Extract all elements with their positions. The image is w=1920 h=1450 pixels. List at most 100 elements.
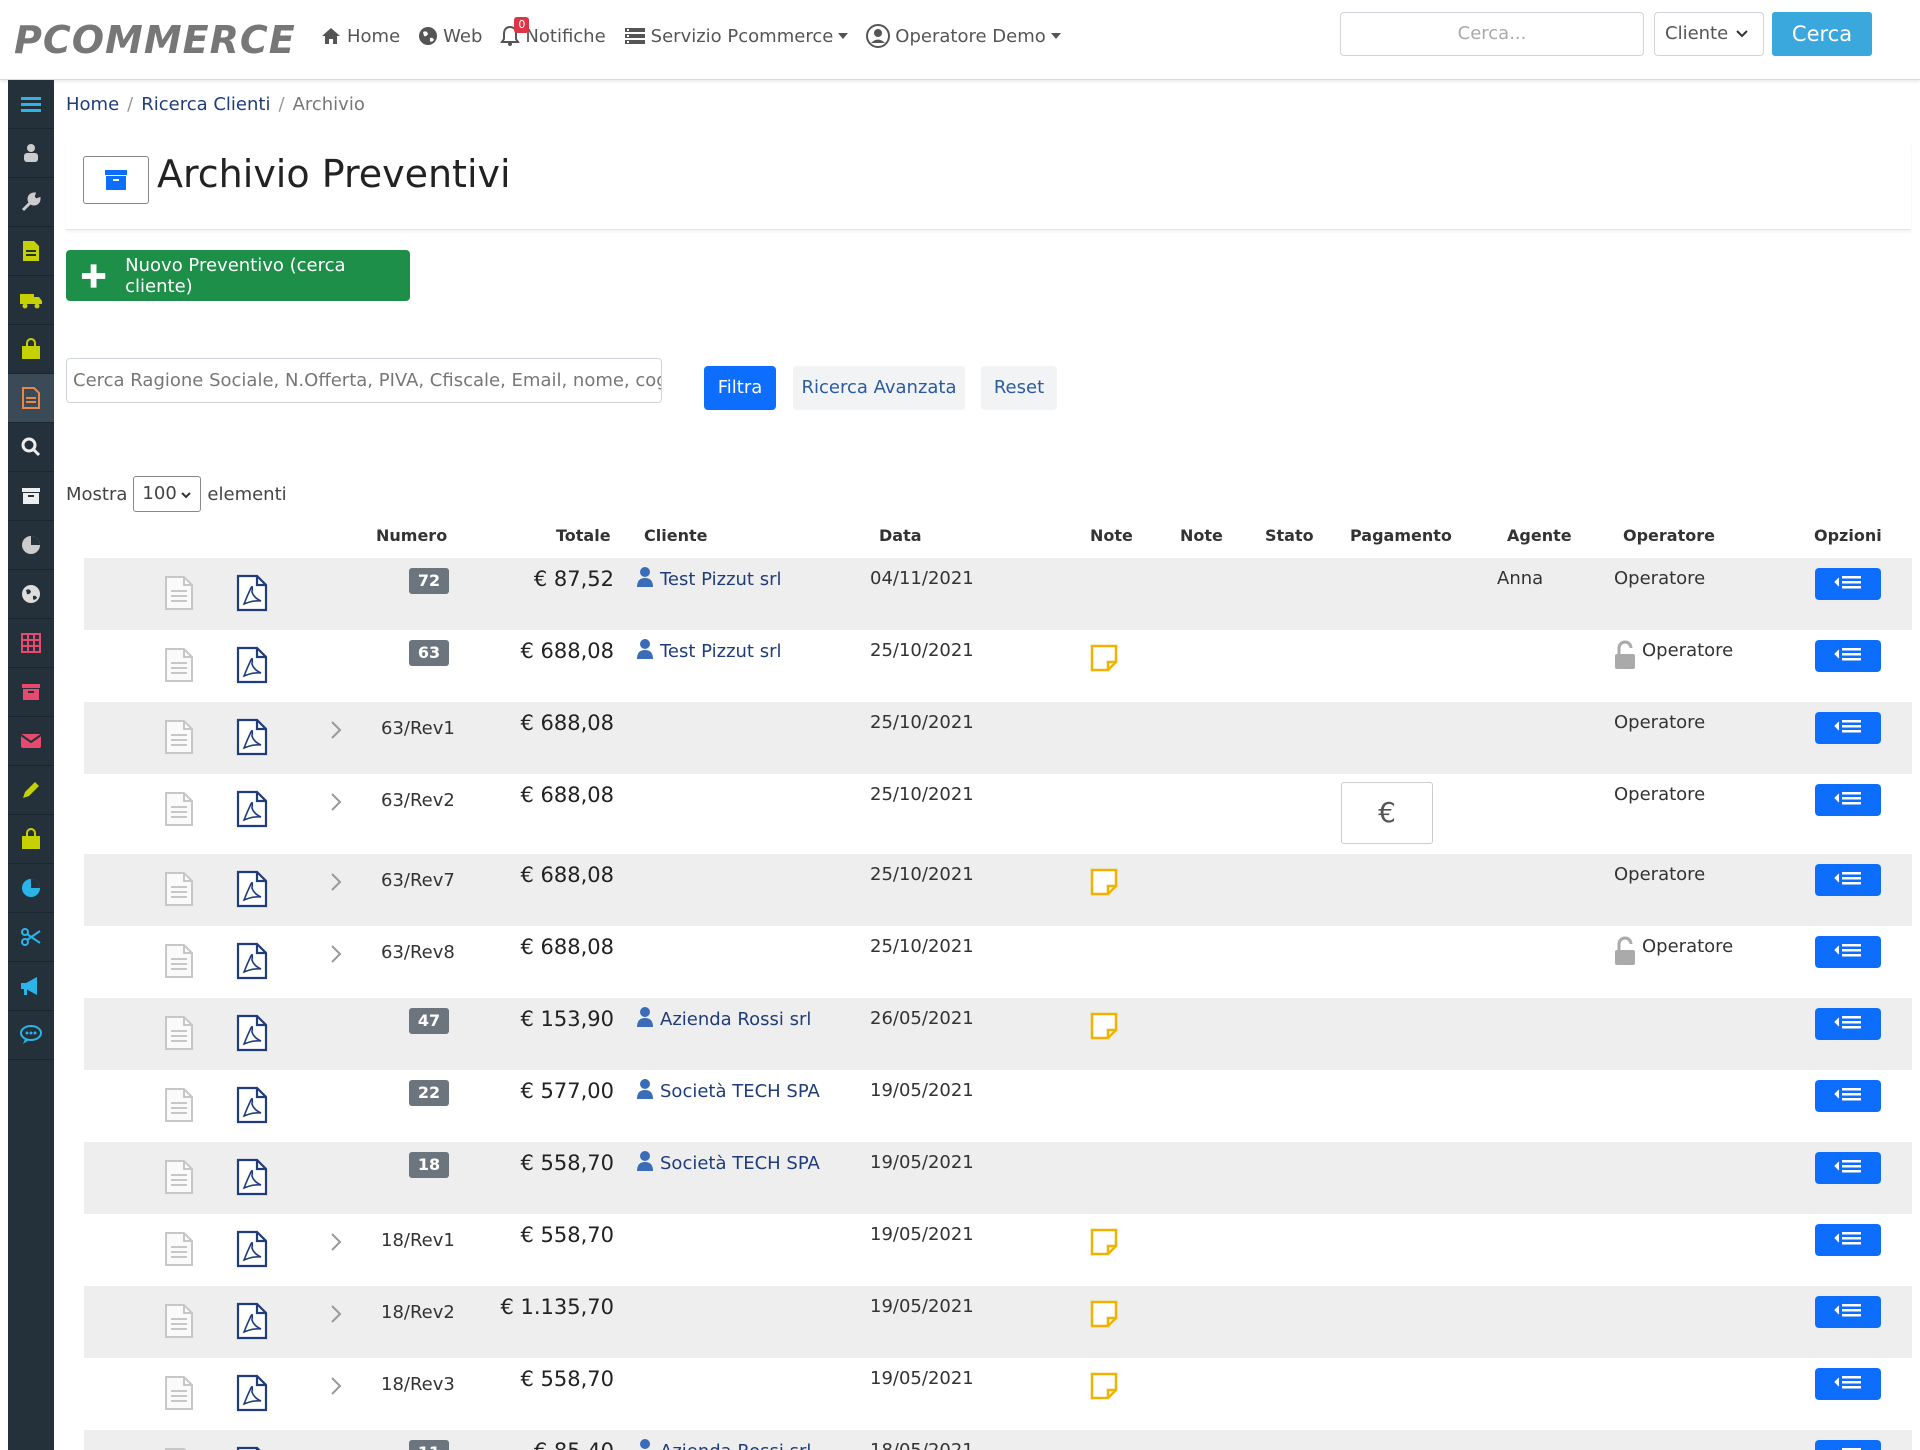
sidebar-item-documents[interactable] (8, 227, 54, 276)
chevron-right-icon[interactable] (330, 944, 342, 969)
unlock-icon[interactable] (1613, 640, 1637, 675)
nav-servizio[interactable]: Servizio Pcommerce (624, 26, 849, 47)
breadcrumb-ricerca-clienti[interactable]: Ricerca Clienti (141, 94, 270, 115)
nav-web[interactable]: Web (418, 26, 482, 47)
column-header-agente[interactable]: Agente (1507, 526, 1572, 545)
document-icon[interactable] (164, 1231, 194, 1272)
client-link[interactable]: Test Pizzut srl (636, 638, 782, 665)
sidebar-item-web[interactable] (8, 570, 54, 619)
sidebar-item-chat[interactable] (8, 1011, 54, 1060)
row-options-button[interactable] (1815, 784, 1881, 816)
filtra-button[interactable]: Filtra (704, 366, 776, 410)
sidebar-item-archive[interactable] (8, 472, 54, 521)
sidebar-item-users[interactable] (8, 129, 54, 178)
pdf-icon[interactable] (236, 1158, 268, 1201)
chevron-right-icon[interactable] (330, 1304, 342, 1329)
sidebar-item-menu[interactable] (8, 80, 54, 129)
row-options-button[interactable] (1815, 568, 1881, 600)
sidebar-item-search[interactable] (8, 423, 54, 472)
document-icon[interactable] (164, 1303, 194, 1344)
client-link[interactable]: Azienda Rossi srl (636, 1006, 811, 1033)
column-header-note[interactable]: Note (1090, 526, 1133, 545)
column-header-cliente[interactable]: Cliente (644, 526, 707, 545)
sidebar-item-stats[interactable] (8, 521, 54, 570)
quote-number-badge[interactable]: 47 (409, 1008, 449, 1034)
row-options-button[interactable] (1815, 1296, 1881, 1328)
sidebar-item-box[interactable] (8, 668, 54, 717)
new-quote-button[interactable]: Nuovo Preventivo (cerca cliente) (66, 250, 410, 301)
note-icon[interactable] (1090, 1228, 1118, 1261)
document-icon[interactable] (164, 719, 194, 760)
page-length-select[interactable]: 100 (133, 476, 202, 512)
sidebar-item-tools[interactable] (8, 178, 54, 227)
quote-number-badge[interactable]: 11 (409, 1440, 449, 1450)
sidebar-item-cut[interactable] (8, 913, 54, 962)
note-icon[interactable] (1090, 1300, 1118, 1333)
pdf-icon[interactable] (236, 646, 268, 689)
search-scope-select[interactable]: Cliente (1654, 12, 1764, 56)
quote-number-badge[interactable]: 63 (409, 640, 449, 666)
client-link[interactable]: Test Pizzut srl (636, 566, 782, 593)
document-icon[interactable] (164, 1087, 194, 1128)
pdf-icon[interactable] (236, 574, 268, 617)
sidebar-item-bag[interactable] (8, 815, 54, 864)
sidebar-item-edit[interactable] (8, 766, 54, 815)
note-icon[interactable] (1090, 1012, 1118, 1045)
row-options-button[interactable] (1815, 1440, 1881, 1450)
quote-number-badge[interactable]: 72 (409, 568, 449, 594)
breadcrumb-home[interactable]: Home (66, 94, 119, 115)
app-logo[interactable]: PCOMMERCE (14, 18, 296, 62)
pdf-icon[interactable] (236, 1086, 268, 1129)
pdf-icon[interactable] (236, 1446, 268, 1450)
sidebar-item-quotes[interactable] (8, 374, 54, 423)
sidebar-item-shop[interactable] (8, 325, 54, 374)
row-options-button[interactable] (1815, 1152, 1881, 1184)
chevron-right-icon[interactable] (330, 1376, 342, 1401)
document-icon[interactable] (164, 943, 194, 984)
row-options-button[interactable] (1815, 1080, 1881, 1112)
client-link[interactable]: Azienda Rossi srl (636, 1438, 811, 1450)
row-options-button[interactable] (1815, 864, 1881, 896)
chevron-right-icon[interactable] (330, 1232, 342, 1257)
client-link[interactable]: Società TECH SPA (636, 1078, 820, 1105)
client-link[interactable]: Società TECH SPA (636, 1150, 820, 1177)
reset-button[interactable]: Reset (981, 366, 1057, 410)
nav-home[interactable]: Home (320, 26, 400, 47)
column-header-note-2[interactable]: Note (1180, 526, 1223, 545)
pdf-icon[interactable] (236, 1014, 268, 1057)
pdf-icon[interactable] (236, 1374, 268, 1417)
quote-search-input[interactable]: Cerca Ragione Sociale, N.Offerta, PIVA, … (66, 358, 662, 403)
chevron-right-icon[interactable] (330, 792, 342, 817)
column-header-pagamento[interactable]: Pagamento (1350, 526, 1452, 545)
document-icon[interactable] (164, 647, 194, 688)
top-search-button[interactable]: Cerca (1772, 12, 1872, 56)
row-options-button[interactable] (1815, 1368, 1881, 1400)
document-icon[interactable] (164, 575, 194, 616)
document-icon[interactable] (164, 1159, 194, 1200)
nav-notifiche[interactable]: 0 Notifiche (500, 17, 606, 47)
nav-operatore[interactable]: Operatore Demo (866, 24, 1061, 48)
row-options-button[interactable] (1815, 1224, 1881, 1256)
chevron-right-icon[interactable] (330, 872, 342, 897)
pdf-icon[interactable] (236, 718, 268, 761)
chevron-right-icon[interactable] (330, 720, 342, 745)
top-search-input[interactable]: Cerca... (1340, 12, 1644, 56)
note-icon[interactable] (1090, 644, 1118, 677)
pdf-icon[interactable] (236, 790, 268, 833)
sidebar-item-calculator[interactable] (8, 619, 54, 668)
column-header-totale[interactable]: Totale (556, 526, 611, 545)
pdf-icon[interactable] (236, 942, 268, 985)
quote-number-badge[interactable]: 18 (409, 1152, 449, 1178)
column-header-operatore[interactable]: Operatore (1623, 526, 1715, 545)
column-header-stato[interactable]: Stato (1265, 526, 1314, 545)
pdf-icon[interactable] (236, 1302, 268, 1345)
sidebar-item-reports[interactable] (8, 864, 54, 913)
pdf-icon[interactable] (236, 870, 268, 913)
unlock-icon[interactable] (1613, 936, 1637, 971)
advanced-search-button[interactable]: Ricerca Avanzata (793, 366, 965, 410)
quote-number-badge[interactable]: 22 (409, 1080, 449, 1106)
sidebar-item-marketing[interactable] (8, 962, 54, 1011)
row-options-button[interactable] (1815, 936, 1881, 968)
sidebar-item-mail[interactable] (8, 717, 54, 766)
note-icon[interactable] (1090, 1372, 1118, 1405)
